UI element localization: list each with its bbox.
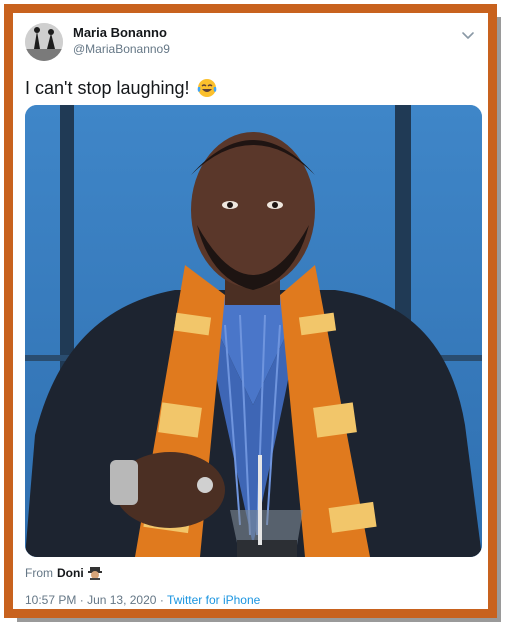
video-frame-image <box>25 105 482 557</box>
user-handle[interactable]: @MariaBonanno9 <box>73 42 170 56</box>
client-separator: · <box>159 593 164 607</box>
source-attribution: From Doni <box>25 566 102 580</box>
tweet-text: I can't stop laughing! <box>25 77 190 98</box>
tears-of-joy-emoji-icon <box>197 79 216 97</box>
tweet-meta: 10:57 PM · Jun 13, 2020 · Twitter for iP… <box>25 593 260 607</box>
spy-emoji-icon <box>87 567 102 580</box>
tweet-card: Maria Bonanno @MariaBonanno9 I can't sto… <box>13 13 488 609</box>
tweet-time[interactable]: 10:57 PM <box>25 593 76 607</box>
meta-separator: · <box>79 593 84 607</box>
screenshot-frame: Maria Bonanno @MariaBonanno9 I can't sto… <box>4 4 501 622</box>
user-display-name[interactable]: Maria Bonanno <box>73 25 167 40</box>
chevron-down-icon[interactable] <box>460 27 476 43</box>
tweet-text-line: I can't stop laughing! <box>25 77 218 99</box>
from-name[interactable]: Doni <box>57 566 84 580</box>
tweet-date[interactable]: Jun 13, 2020 <box>87 593 156 607</box>
avatar-image <box>25 23 63 61</box>
avatar[interactable] <box>25 23 63 61</box>
tweet-client-link[interactable]: Twitter for iPhone <box>167 593 260 607</box>
tweet-video[interactable] <box>25 105 482 557</box>
from-label: From <box>25 566 53 580</box>
